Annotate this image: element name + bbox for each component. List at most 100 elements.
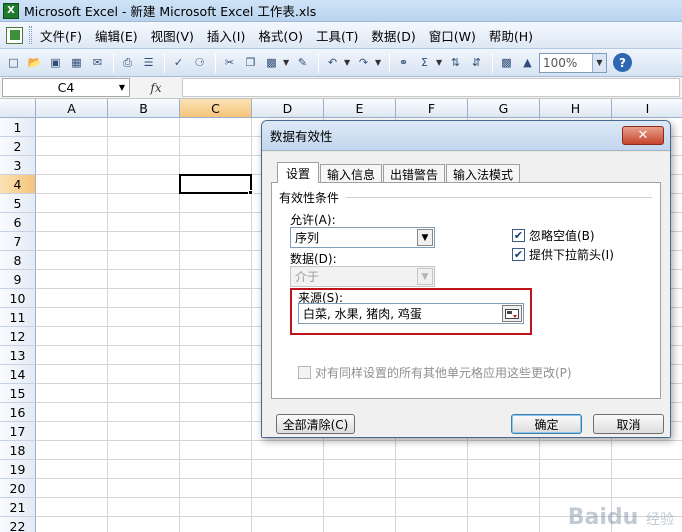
- in-cell-dropdown-option[interactable]: ✔ 提供下拉箭头(I): [512, 246, 614, 263]
- menu-edit[interactable]: 编辑(E): [90, 25, 143, 45]
- close-button[interactable]: ✕: [622, 126, 664, 145]
- insert-function-icon[interactable]: fx: [130, 81, 182, 95]
- menu-insert[interactable]: 插入(I): [202, 25, 250, 45]
- ignore-blank-option[interactable]: ✔ 忽略空值(B): [512, 227, 595, 244]
- row-header-19[interactable]: 19: [0, 460, 36, 479]
- column-header-d[interactable]: D: [252, 99, 324, 118]
- tab-ime-mode[interactable]: 输入法模式: [446, 164, 521, 183]
- column-header-c[interactable]: C: [180, 99, 252, 118]
- workbook-icon[interactable]: [6, 26, 23, 44]
- row-header-18[interactable]: 18: [0, 441, 36, 460]
- row-header-14[interactable]: 14: [0, 365, 36, 384]
- ignore-blank-checkbox[interactable]: ✔: [512, 229, 525, 242]
- cut-icon[interactable]: ✂: [220, 53, 239, 72]
- row-header-3[interactable]: 3: [0, 156, 36, 175]
- row-header-22[interactable]: 22: [0, 517, 36, 532]
- allow-select[interactable]: 序列 ▼: [290, 227, 435, 248]
- row-header-8[interactable]: 8: [0, 251, 36, 270]
- sort-ascending-icon[interactable]: ⇅: [446, 53, 465, 72]
- dialog-titlebar[interactable]: 数据有效性 ✕: [262, 121, 670, 151]
- chevron-down-icon[interactable]: ▼: [592, 53, 606, 72]
- menu-tools[interactable]: 工具(T): [311, 25, 363, 45]
- row-header-17[interactable]: 17: [0, 422, 36, 441]
- menu-help[interactable]: 帮助(H): [484, 25, 538, 45]
- column-header-g[interactable]: G: [468, 99, 540, 118]
- row-header-21[interactable]: 21: [0, 498, 36, 517]
- research-icon[interactable]: ⚆: [190, 53, 209, 72]
- save-icon[interactable]: ▣: [46, 53, 65, 72]
- clear-all-button[interactable]: 全部清除(C): [276, 414, 355, 434]
- row-header-5[interactable]: 5: [0, 194, 36, 213]
- excel-app-icon[interactable]: X: [3, 2, 19, 19]
- ok-button[interactable]: 确定: [511, 414, 582, 434]
- row-header-20[interactable]: 20: [0, 479, 36, 498]
- format-painter-icon[interactable]: ✎: [293, 53, 312, 72]
- menu-data[interactable]: 数据(D): [366, 25, 420, 45]
- collapse-dialog-icon[interactable]: [502, 305, 522, 322]
- menu-format[interactable]: 格式(O): [253, 25, 308, 45]
- hyperlink-icon[interactable]: ⚭: [394, 53, 413, 72]
- menu-window[interactable]: 窗口(W): [424, 25, 481, 45]
- name-box[interactable]: C4 ▼: [2, 78, 130, 97]
- toolbar-separator: [389, 52, 390, 73]
- open-folder-icon[interactable]: 📂: [25, 53, 44, 72]
- permission-icon[interactable]: ▦: [67, 53, 86, 72]
- undo-icon[interactable]: ↶: [323, 53, 342, 72]
- standard-toolbar: □ 📂 ▣ ▦ ✉ ⎙ ☰ ✓ ⚆ ✂ ❐ ▩ ▼ ✎ ↶ ▼ ↷ ▼ ⚭ Σ …: [0, 49, 682, 77]
- toolbar-separator: [215, 52, 216, 73]
- active-cell[interactable]: [179, 174, 252, 194]
- column-header-i[interactable]: I: [612, 99, 682, 118]
- fill-handle[interactable]: [248, 190, 253, 195]
- row-header-16[interactable]: 16: [0, 403, 36, 422]
- copy-icon[interactable]: ❐: [241, 53, 260, 72]
- row-header-1[interactable]: 1: [0, 118, 36, 137]
- row-header-9[interactable]: 9: [0, 270, 36, 289]
- column-header-e[interactable]: E: [324, 99, 396, 118]
- paste-dropdown-icon[interactable]: ▼: [283, 58, 291, 67]
- row-header-11[interactable]: 11: [0, 308, 36, 327]
- chevron-down-icon[interactable]: ▼: [417, 229, 433, 246]
- row-header-15[interactable]: 15: [0, 384, 36, 403]
- redo-dropdown-icon[interactable]: ▼: [375, 58, 383, 67]
- row-header-12[interactable]: 12: [0, 327, 36, 346]
- menu-grip[interactable]: [29, 26, 32, 44]
- help-icon[interactable]: ?: [613, 53, 632, 72]
- group-divider: [346, 197, 652, 198]
- spelling-icon[interactable]: ✓: [169, 53, 188, 72]
- row-header-2[interactable]: 2: [0, 137, 36, 156]
- redo-icon[interactable]: ↷: [354, 53, 373, 72]
- drawing-icon[interactable]: ▲: [518, 53, 537, 72]
- column-header-h[interactable]: H: [540, 99, 612, 118]
- column-header-a[interactable]: A: [36, 99, 108, 118]
- settings-panel: 有效性条件 允许(A): 序列 ▼ 数据(D): 介于 ▼ ✔ 忽略空值(B) …: [271, 182, 661, 399]
- cancel-button[interactable]: 取消: [593, 414, 664, 434]
- sort-descending-icon[interactable]: ⇵: [467, 53, 486, 72]
- email-icon[interactable]: ✉: [88, 53, 107, 72]
- row-header-10[interactable]: 10: [0, 289, 36, 308]
- column-header-b[interactable]: B: [108, 99, 180, 118]
- row-header-7[interactable]: 7: [0, 232, 36, 251]
- autosum-icon[interactable]: Σ: [415, 53, 434, 72]
- row-header-6[interactable]: 6: [0, 213, 36, 232]
- print-preview-icon[interactable]: ☰: [139, 53, 158, 72]
- tab-input-message[interactable]: 输入信息: [320, 164, 383, 183]
- zoom-select[interactable]: 100% ▼: [539, 52, 607, 73]
- tab-error-alert[interactable]: 出错警告: [383, 164, 446, 183]
- paste-icon[interactable]: ▩: [262, 53, 281, 72]
- autosum-dropdown-icon[interactable]: ▼: [436, 58, 444, 67]
- menu-view[interactable]: 视图(V): [146, 25, 199, 45]
- menu-file[interactable]: 文件(F): [35, 25, 87, 45]
- row-header-13[interactable]: 13: [0, 346, 36, 365]
- in-cell-dropdown-checkbox[interactable]: ✔: [512, 248, 525, 261]
- formula-input[interactable]: [182, 78, 680, 97]
- column-header-f[interactable]: F: [396, 99, 468, 118]
- new-file-icon[interactable]: □: [4, 53, 23, 72]
- row-header-4[interactable]: 4: [0, 175, 36, 194]
- undo-dropdown-icon[interactable]: ▼: [344, 58, 352, 67]
- print-icon[interactable]: ⎙: [118, 53, 137, 72]
- tab-settings[interactable]: 设置: [277, 162, 320, 183]
- chart-wizard-icon[interactable]: ▩: [497, 53, 516, 72]
- select-all-corner[interactable]: [0, 99, 36, 118]
- chevron-down-icon[interactable]: ▼: [115, 79, 129, 96]
- source-input[interactable]: 白菜, 水果, 猪肉, 鸡蛋: [298, 303, 524, 324]
